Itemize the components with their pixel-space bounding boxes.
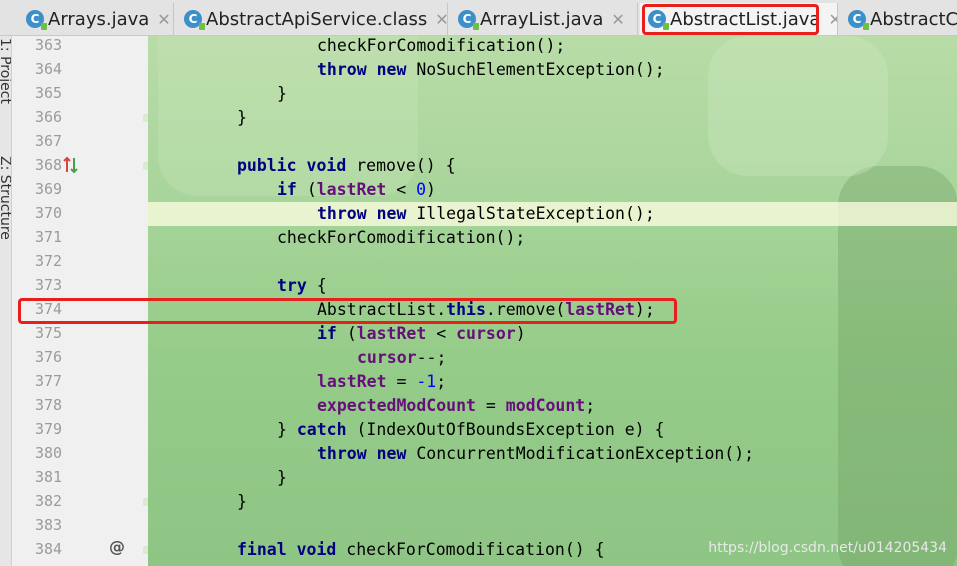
code-line-364: throw new NoSuchElementException(); bbox=[317, 60, 665, 79]
line-number: 371 bbox=[35, 228, 63, 246]
class-icon: C bbox=[184, 10, 205, 30]
code-line-384: final void checkForComodification() { bbox=[237, 540, 605, 559]
watermark: https://blog.csdn.net/u014205434 bbox=[708, 540, 947, 556]
code-line-380: throw new ConcurrentModificationExceptio… bbox=[317, 444, 755, 463]
structure-tool-button[interactable]: Z: Structure bbox=[0, 156, 11, 240]
tab-abstract-api-service[interactable]: C AbstractApiService.class ✕ bbox=[176, 3, 448, 35]
highlighted-line-box bbox=[18, 298, 677, 324]
line-number: 370 bbox=[35, 204, 63, 222]
close-icon[interactable]: ✕ bbox=[157, 10, 170, 29]
line-number: 381 bbox=[35, 468, 63, 486]
line-number: 372 bbox=[35, 252, 63, 270]
line-number: 367 bbox=[35, 132, 63, 150]
line-number: 365 bbox=[35, 84, 63, 102]
code-line-363: checkForComodification(); bbox=[317, 36, 566, 55]
code-line-375: if (lastRet < cursor) bbox=[317, 324, 526, 343]
code-line-368: public void remove() { bbox=[237, 156, 456, 175]
line-number: 376 bbox=[35, 348, 63, 366]
code-line-382: } bbox=[237, 492, 247, 511]
code-line-366: } bbox=[237, 108, 247, 127]
line-number: 384 bbox=[35, 540, 63, 558]
line-number: 373 bbox=[35, 276, 63, 294]
line-number: 366 bbox=[35, 108, 63, 126]
code-line-376: cursor--; bbox=[357, 348, 447, 367]
line-number: 377 bbox=[35, 372, 63, 390]
line-number: 364 bbox=[35, 60, 63, 78]
close-icon[interactable]: ✕ bbox=[435, 10, 447, 29]
code-line-381: } bbox=[277, 468, 287, 487]
code-line-373: try { bbox=[277, 276, 327, 295]
tool-window-strip: 1: Project Z: Structure bbox=[0, 36, 12, 566]
class-icon: C bbox=[458, 10, 479, 30]
editor-tab-bar: C Arrays.java ✕ C AbstractApiService.cla… bbox=[0, 0, 957, 36]
tab-label: Arrays.java bbox=[48, 8, 150, 30]
tab-label: AbstractC bbox=[870, 8, 957, 30]
line-number: 375 bbox=[35, 324, 63, 342]
line-number: 369 bbox=[35, 180, 63, 198]
tab-label: ArrayList.java bbox=[480, 8, 604, 30]
project-tool-button[interactable]: 1: Project bbox=[0, 38, 11, 104]
code-line-379: } catch (IndexOutOfBoundsException e) { bbox=[277, 420, 665, 439]
tab-abstractc[interactable]: C AbstractC bbox=[840, 3, 957, 35]
class-icon: C bbox=[26, 10, 47, 30]
code-line-378: expectedModCount = modCount; bbox=[317, 396, 596, 415]
active-tab-highlight-box bbox=[642, 4, 819, 35]
close-icon[interactable]: ✕ bbox=[828, 10, 837, 29]
annotation-marker-icon[interactable]: @ bbox=[109, 537, 125, 556]
tab-label: AbstractApiService.class bbox=[206, 8, 428, 30]
line-number: 383 bbox=[35, 516, 63, 534]
line-number: 380 bbox=[35, 444, 63, 462]
code-line-371: checkForComodification(); bbox=[277, 228, 526, 247]
code-line-377: lastRet = -1; bbox=[317, 372, 447, 391]
class-icon: C bbox=[848, 10, 869, 30]
code-line-365: } bbox=[277, 84, 287, 103]
code-line-369: if (lastRet < 0) bbox=[277, 180, 436, 199]
tab-arraylist-java[interactable]: C ArrayList.java ✕ bbox=[450, 3, 638, 35]
line-number: 379 bbox=[35, 420, 63, 438]
line-number: 382 bbox=[35, 492, 63, 510]
line-number: 378 bbox=[35, 396, 63, 414]
tab-arrays-java[interactable]: C Arrays.java ✕ bbox=[18, 3, 174, 35]
line-number: 363 bbox=[35, 36, 63, 54]
code-line-370: throw new IllegalStateException(); bbox=[317, 204, 655, 223]
close-icon[interactable]: ✕ bbox=[611, 10, 624, 29]
override-method-icon[interactable] bbox=[63, 156, 79, 178]
